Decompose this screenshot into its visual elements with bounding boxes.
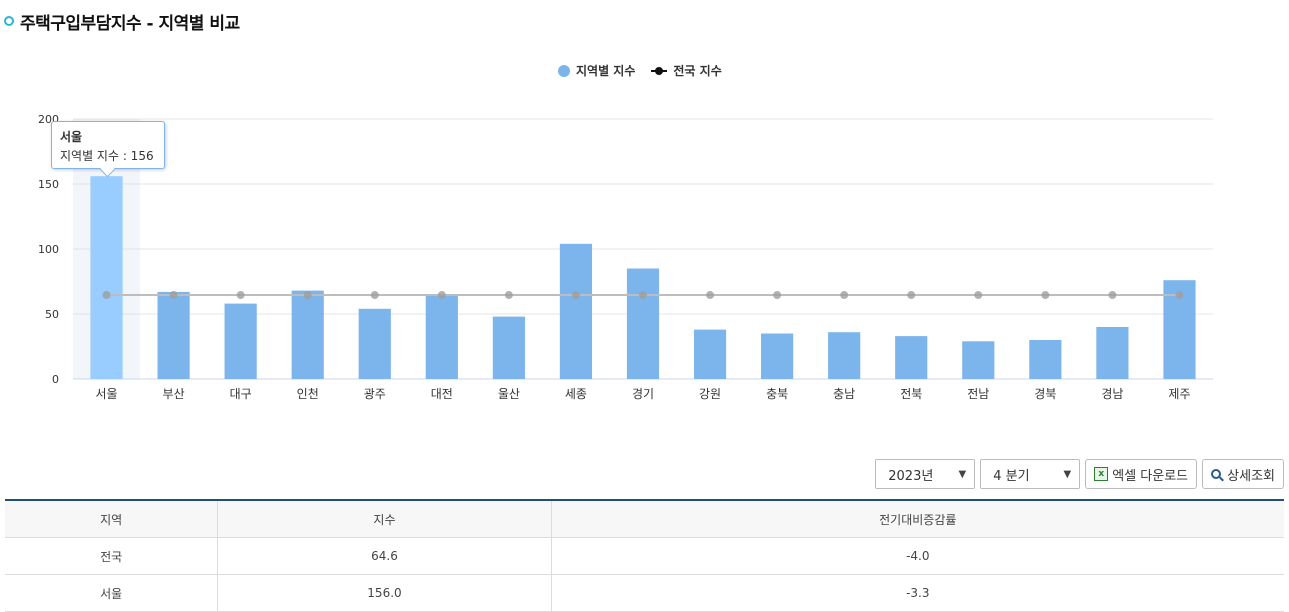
national-index-point[interactable] bbox=[102, 291, 111, 300]
national-index-point[interactable] bbox=[571, 291, 580, 300]
x-tick-label: 경남 bbox=[1101, 387, 1123, 401]
national-index-point[interactable] bbox=[1108, 291, 1117, 300]
chevron-down-icon: ▼ bbox=[1063, 468, 1072, 480]
national-index-point[interactable] bbox=[974, 291, 983, 300]
chart-legend: 지역별 지수 전국 지수 bbox=[558, 62, 738, 79]
excel-download-button[interactable]: x 엑셀 다운로드 bbox=[1085, 459, 1198, 489]
chart-bar[interactable] bbox=[224, 303, 257, 379]
x-tick-label: 강원 bbox=[699, 387, 721, 401]
chart-bar[interactable] bbox=[693, 329, 727, 379]
chart-bar[interactable] bbox=[626, 268, 660, 380]
detail-search-button[interactable]: 상세조회 bbox=[1202, 459, 1284, 489]
chart-bar[interactable] bbox=[761, 333, 794, 380]
quarter-select-value: 4 분기 bbox=[993, 468, 1030, 484]
year-select-value: 2023년 bbox=[888, 468, 934, 484]
chart-bar[interactable] bbox=[828, 332, 861, 379]
legend-item-national[interactable]: 전국 지수 bbox=[651, 62, 722, 79]
chart-bar[interactable] bbox=[425, 294, 458, 380]
legend-label-regional: 지역별 지수 bbox=[576, 64, 636, 78]
national-index-point[interactable] bbox=[370, 291, 379, 300]
y-tick-label: 0 bbox=[52, 373, 59, 386]
national-index-point[interactable] bbox=[840, 291, 849, 300]
national-index-point[interactable] bbox=[907, 291, 916, 300]
table-cell-region: 전국 bbox=[5, 537, 219, 575]
national-index-point[interactable] bbox=[773, 291, 782, 300]
chart-tooltip: 서울 지역별 지수 : 156 bbox=[51, 121, 165, 169]
x-tick-label: 경북 bbox=[1034, 387, 1056, 401]
x-tick-label: 전남 bbox=[967, 387, 989, 401]
national-index-point[interactable] bbox=[236, 291, 245, 300]
year-select[interactable]: 2023년 ▼ bbox=[875, 459, 976, 489]
chart-bar[interactable] bbox=[1096, 327, 1129, 379]
x-tick-label: 인천 bbox=[297, 386, 319, 401]
national-index-point[interactable] bbox=[504, 291, 513, 300]
detail-search-label: 상세조회 bbox=[1227, 468, 1275, 484]
national-index-point[interactable] bbox=[1041, 291, 1050, 300]
x-tick-label: 경기 bbox=[632, 387, 654, 401]
national-index-point[interactable] bbox=[437, 291, 446, 300]
page-header: 주택구입부담지수 - 지역별 비교 bbox=[4, 8, 240, 34]
tooltip-text: 지역별 지수 : 156 bbox=[60, 149, 154, 163]
page-title: 주택구입부담지수 - 지역별 비교 bbox=[20, 13, 240, 34]
chart-bar[interactable] bbox=[90, 176, 123, 379]
x-tick-label: 대구 bbox=[230, 387, 252, 401]
bar-chart: 050100150200서울 부산 대구 인천 광주 대전 울산 세종 경기 강원 충북 충남 전북 전남… bbox=[38, 113, 1213, 401]
x-tick-label: 광주 bbox=[364, 387, 386, 401]
table-row[interactable]: 전국 64.6 -4.0 bbox=[5, 537, 1284, 575]
legend-bar-marker-icon bbox=[558, 64, 570, 77]
chart-bar[interactable] bbox=[1029, 340, 1062, 379]
national-index-point[interactable] bbox=[639, 291, 647, 300]
x-tick-label: 충북 bbox=[766, 387, 788, 401]
national-index-point[interactable] bbox=[303, 291, 312, 300]
quarter-select[interactable]: 4 분기 ▼ bbox=[980, 459, 1081, 489]
bullet-circle-icon bbox=[4, 16, 14, 26]
tooltip-title: 서울 bbox=[60, 130, 83, 144]
x-tick-label: 울산 bbox=[498, 387, 520, 401]
table-cell-index: 64.6 bbox=[217, 537, 552, 575]
x-tick-label: 서울 bbox=[95, 387, 117, 401]
national-index-point[interactable] bbox=[1175, 291, 1184, 300]
legend-item-regional[interactable]: 지역별 지수 bbox=[558, 62, 635, 79]
y-tick-label: 150 bbox=[38, 178, 59, 191]
table-cell-change-rate: -4.0 bbox=[551, 537, 1284, 575]
legend-line-marker-icon bbox=[651, 66, 668, 75]
x-tick-label: 제주 bbox=[1168, 387, 1190, 401]
chart-bar[interactable] bbox=[559, 243, 593, 379]
chevron-down-icon: ▼ bbox=[958, 468, 967, 480]
table-header-region: 지역 bbox=[5, 499, 219, 538]
x-tick-label: 전북 bbox=[900, 387, 922, 401]
chart-bar[interactable] bbox=[358, 308, 391, 379]
chart-bar[interactable] bbox=[291, 290, 324, 379]
excel-download-label: 엑셀 다운로드 bbox=[1112, 468, 1189, 484]
x-tick-label: 부산 bbox=[163, 387, 185, 401]
table-header-row: 지역 지수 전기대비증감률 bbox=[5, 499, 1284, 538]
x-tick-label: 대전 bbox=[431, 387, 453, 401]
legend-label-national: 전국 지수 bbox=[673, 64, 722, 78]
y-tick-label: 50 bbox=[45, 308, 59, 321]
table-controls: 2023년 ▼ 4 분기 ▼ x 엑셀 다운로드 상세조회 bbox=[875, 459, 1284, 489]
table-header-change-rate: 전기대비증감률 bbox=[551, 499, 1284, 538]
x-tick-label: 충남 bbox=[833, 387, 855, 401]
search-icon bbox=[1211, 469, 1222, 479]
table-header-index: 지수 bbox=[217, 499, 552, 538]
chart-bar[interactable] bbox=[962, 341, 995, 379]
chart-bar[interactable] bbox=[492, 316, 525, 379]
national-index-point[interactable] bbox=[169, 291, 178, 300]
data-table: 지역 지수 전기대비증감률 전국 64.6 -4.0 서울 156.0 -3.3 bbox=[5, 499, 1284, 612]
chart-bar[interactable] bbox=[895, 336, 928, 379]
chart-bar[interactable] bbox=[157, 291, 190, 379]
x-tick-label: 세종 bbox=[565, 387, 587, 401]
y-tick-label: 100 bbox=[38, 243, 59, 256]
excel-icon: x bbox=[1094, 467, 1109, 481]
national-index-point[interactable] bbox=[706, 291, 715, 300]
